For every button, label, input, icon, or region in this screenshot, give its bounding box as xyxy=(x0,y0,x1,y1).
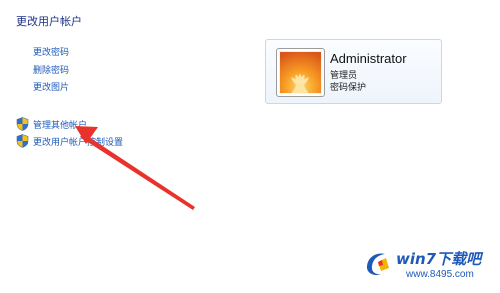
manage-other-accounts-label: 管理其他帐户 xyxy=(33,120,88,131)
watermark-brand: win7下载吧 xyxy=(396,250,482,268)
uac-shield-icon xyxy=(16,117,29,131)
uac-shield-icon xyxy=(16,134,29,148)
change-uac-settings-label: 更改用户帐户控制设置 xyxy=(33,137,124,148)
change-picture-link[interactable]: 更改图片 xyxy=(33,80,69,93)
account-name: Administrator xyxy=(330,51,407,66)
orange-flower-avatar-icon xyxy=(280,52,321,93)
change-password-link[interactable]: 更改密码 xyxy=(33,45,69,58)
watermark: win7下载吧 www.8495.com xyxy=(364,242,488,286)
change-uac-settings-link[interactable]: 更改用户帐户控制设置 xyxy=(16,134,123,148)
account-status: 密码保护 xyxy=(330,83,367,93)
watermark-url: www.8495.com xyxy=(406,269,474,280)
avatar xyxy=(276,48,325,97)
page-title: 更改用户帐户 xyxy=(16,15,82,28)
win7-logo-icon xyxy=(366,253,389,276)
remove-password-link[interactable]: 删除密码 xyxy=(33,63,69,76)
account-card: Administrator 管理员 密码保护 xyxy=(265,39,442,104)
manage-other-accounts-link[interactable]: 管理其他帐户 xyxy=(16,117,87,131)
